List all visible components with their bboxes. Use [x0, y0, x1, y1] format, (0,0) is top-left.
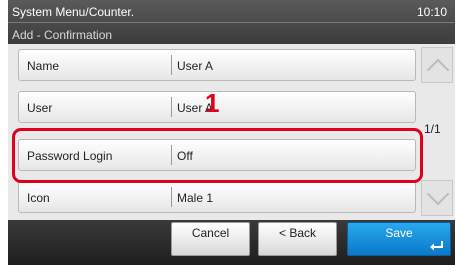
cancel-button[interactable]: Cancel [171, 222, 250, 256]
chevron-down-icon [426, 182, 450, 206]
row-value: Male 1 [177, 191, 214, 205]
row-label: User [27, 101, 53, 115]
page-indicator: 1/1 [424, 122, 441, 136]
scroll-up-button[interactable] [421, 47, 453, 83]
header-divider [8, 22, 455, 23]
row-value: User A [177, 59, 214, 73]
save-label: Save [385, 226, 413, 240]
back-button[interactable]: < Back [258, 222, 337, 256]
save-button[interactable]: Save [347, 222, 451, 256]
page-subtitle: Add - Confirmation [12, 28, 113, 42]
row-label: Icon [27, 191, 50, 205]
device-screen: System Menu/Counter. 10:10 Add - Confirm… [8, 0, 455, 265]
row-divider [171, 187, 172, 207]
callout-highlight [12, 128, 423, 183]
callout-number: 1 [205, 88, 220, 118]
clock: 10:10 [416, 5, 447, 19]
row-label: Name [27, 59, 60, 73]
chevron-up-icon [426, 58, 450, 82]
row-divider [171, 55, 172, 75]
window-title: System Menu/Counter. [12, 5, 135, 19]
row-icon[interactable]: Icon Male 1 [18, 181, 416, 213]
title-bar: System Menu/Counter. 10:10 Add - Confirm… [8, 0, 455, 44]
scroll-down-button[interactable] [421, 180, 453, 216]
row-name[interactable]: Name User A [18, 49, 416, 81]
enter-icon [430, 241, 443, 251]
row-divider [171, 97, 172, 117]
